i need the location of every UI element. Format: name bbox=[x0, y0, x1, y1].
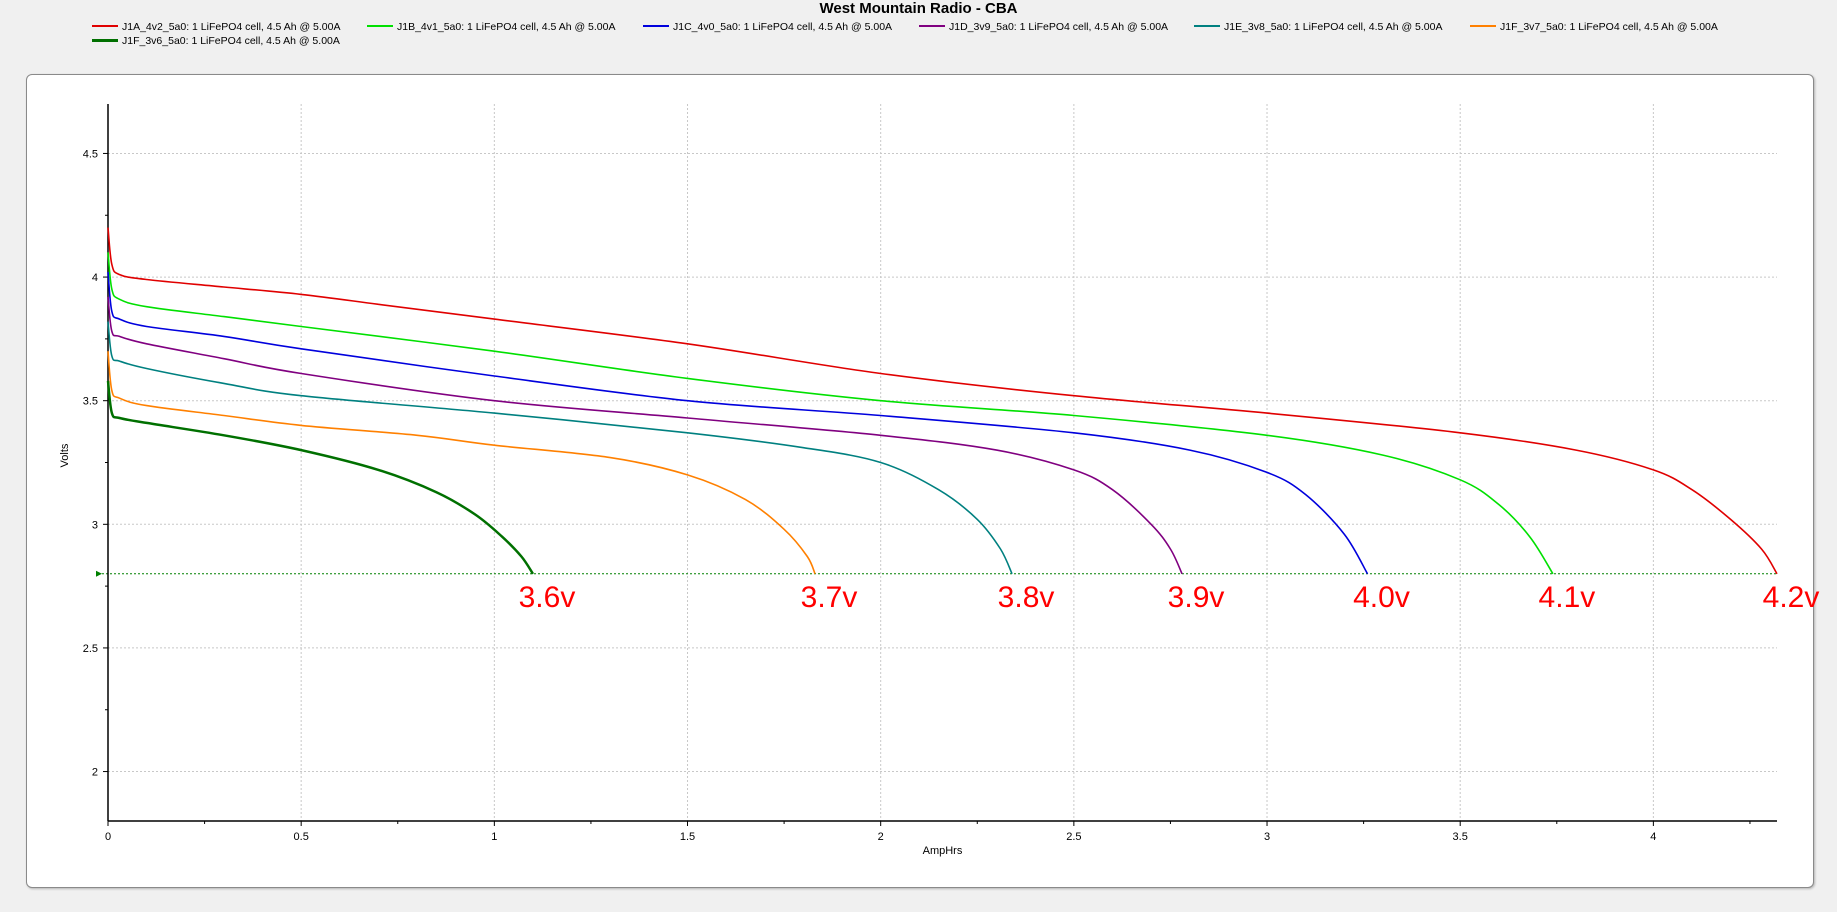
y-tick-label: 2.5 bbox=[83, 643, 98, 655]
cutoff-label: 4.0v bbox=[1353, 581, 1410, 614]
x-axis-label: AmpHrs bbox=[923, 845, 963, 857]
series-lines bbox=[106, 227, 1778, 575]
cutoff-label: 3.7v bbox=[801, 581, 858, 614]
x-tick-label: 3.5 bbox=[1453, 831, 1468, 843]
x-tick-label: 2 bbox=[878, 831, 884, 843]
cutoff-label: 3.9v bbox=[1168, 581, 1225, 614]
series-line bbox=[107, 351, 816, 575]
y-tick-label: 3.5 bbox=[83, 396, 98, 408]
series-line bbox=[107, 252, 1554, 575]
x-tick-label: 4 bbox=[1650, 831, 1656, 843]
series-line bbox=[107, 321, 1013, 575]
y-tick-label: 4 bbox=[92, 272, 98, 284]
cutoff-label: 3.8v bbox=[998, 581, 1055, 614]
x-tick-label: 2.5 bbox=[1066, 831, 1081, 843]
y-axis-label: Volts bbox=[59, 443, 71, 467]
cutoff-label: 4.1v bbox=[1539, 581, 1596, 614]
y-tick-label: 2 bbox=[92, 767, 98, 779]
cutoff-annotations: 3.6v 3.7v 3.8v 3.9v 4.0v 4.1v 4.2v bbox=[519, 581, 1820, 614]
x-tick-label: 1 bbox=[491, 831, 497, 843]
x-tick-label: 3 bbox=[1264, 831, 1270, 843]
x-tick-label: 0.5 bbox=[294, 831, 309, 843]
x-tick-label: 1.5 bbox=[680, 831, 695, 843]
cutoff-label: 3.6v bbox=[519, 581, 576, 614]
y-tick-label: 4.5 bbox=[83, 148, 98, 160]
axes: 0 0.5 1 1.5 2 2.5 3 3.5 4 2 2.5 3 3.5 4 4.5 bbox=[83, 104, 1777, 843]
x-tick-label: 0 bbox=[105, 831, 111, 843]
y-tick-label: 3 bbox=[92, 519, 98, 531]
line-chart: 0 0.5 1 1.5 2 2.5 3 3.5 422.533.544.5 3.6v 3.7v 3.… bbox=[59, 104, 1820, 857]
cutoff-label: 4.2v bbox=[1763, 581, 1820, 614]
cutoff-marker bbox=[96, 570, 102, 577]
